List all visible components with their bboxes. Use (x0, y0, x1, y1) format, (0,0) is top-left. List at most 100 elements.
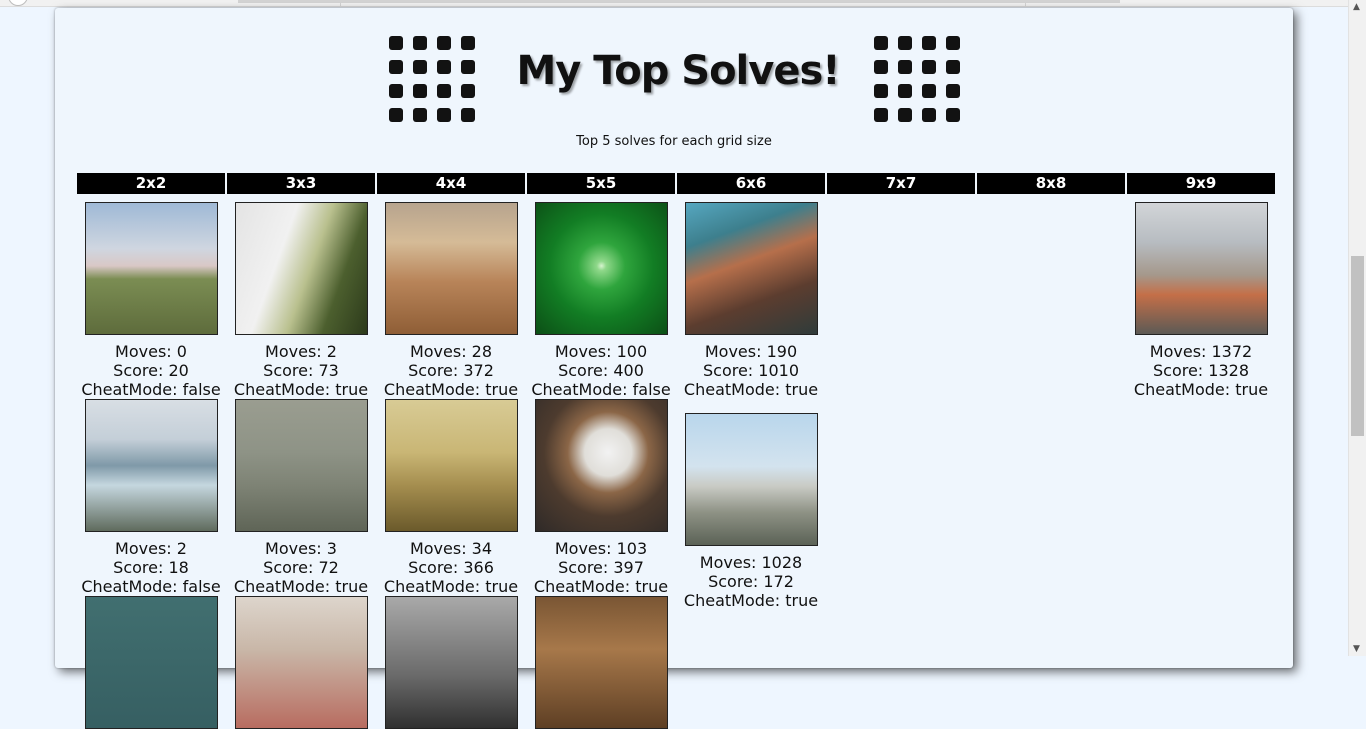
tab-icon (8, 0, 28, 6)
solve-stats: Moves: 34 Score: 366 CheatMode: true (384, 539, 518, 596)
cheat-mode-value: true (485, 577, 519, 596)
bw-photo[interactable] (384, 596, 518, 729)
moves-line: Moves: 103 (534, 539, 668, 558)
cheat-mode-line: CheatMode: true (534, 577, 668, 596)
score-label: Score: (408, 361, 464, 380)
score-label: Score: (558, 558, 614, 577)
cheat-mode-label: CheatMode: (383, 380, 486, 399)
solve-entry (527, 596, 675, 729)
cheat-mode-label: CheatMode: (81, 380, 183, 399)
top-solves-card: My Top Solves! Top 5 solves for each gri… (55, 8, 1293, 729)
toolbar-divider (238, 0, 1120, 3)
solve-stats: Moves: 103 Score: 397 CheatMode: true (534, 539, 668, 596)
score-line: Score: 1328 (1134, 361, 1268, 380)
table-phone-photo[interactable] (384, 202, 518, 335)
solve-stats: Moves: 190 Score: 1010 CheatMode: true (684, 342, 818, 399)
solves-column-7x7 (827, 202, 975, 672)
cheat-mode-line: CheatMode: true (384, 380, 518, 399)
bulldog-photo[interactable] (534, 399, 668, 532)
score-line: Score: 400 (531, 361, 670, 380)
cheat-mode-value: false (632, 380, 671, 399)
cheat-mode-value: true (785, 591, 819, 610)
cheat-mode-line: CheatMode: true (234, 577, 368, 596)
grid-size-header-7x7: 7x7 (827, 173, 975, 194)
solve-stats: Moves: 2 Score: 73 CheatMode: true (234, 342, 368, 399)
score-value: 400 (613, 361, 644, 380)
score-line: Score: 72 (234, 558, 368, 577)
moves-label: Moves: (115, 539, 177, 558)
street-photo[interactable] (234, 596, 368, 729)
waterfall-photo[interactable] (84, 399, 218, 532)
score-label: Score: (408, 558, 464, 577)
city-skyline-photo[interactable] (1134, 202, 1268, 335)
solve-stats: Moves: 100 Score: 400 CheatMode: false (531, 342, 670, 399)
wood-photo[interactable] (534, 596, 668, 729)
page-header: My Top Solves! Top 5 solves for each gri… (55, 8, 1293, 149)
scroll-down-icon[interactable]: ▼ (1353, 644, 1360, 654)
score-label: Score: (702, 361, 759, 380)
score-label: Score: (558, 361, 614, 380)
grid-size-header-4x4: 4x4 (377, 173, 525, 194)
score-value: 1328 (1208, 361, 1249, 380)
solves-column-2x2: Moves: 0 Score: 20 CheatMode: false Moves: … (77, 202, 225, 729)
score-value: 397 (613, 558, 644, 577)
puzzle-grid-icon (389, 36, 475, 124)
scroll-up-icon[interactable]: ▲ (1353, 2, 1360, 12)
moves-label: Moves: (115, 342, 177, 361)
score-label: Score: (113, 558, 169, 577)
grid-size-headers: 2x2 3x3 4x4 5x5 6x6 7x7 8x8 9x9 (77, 173, 1275, 194)
solve-entry: Moves: 103 Score: 397 CheatMode: true (527, 399, 675, 596)
moves-line: Moves: 100 (531, 342, 670, 361)
score-line: Score: 366 (384, 558, 518, 577)
score-value: 366 (463, 558, 494, 577)
vertical-scrollbar[interactable]: ▲ ▼ (1348, 0, 1366, 656)
page-subtitle: Top 5 solves for each grid size (576, 134, 772, 149)
moves-label: Moves: (699, 553, 762, 572)
score-line: Score: 397 (534, 558, 668, 577)
score-line: Score: 20 (81, 361, 220, 380)
solve-entry: Moves: 1028 Score: 172 CheatMode: true (677, 413, 825, 624)
score-line: Score: 1010 (684, 361, 818, 380)
browser-top-strip (0, 0, 1349, 7)
solves-grid: Moves: 0 Score: 20 CheatMode: false Moves: … (77, 202, 1273, 729)
grid-size-header-3x3: 3x3 (227, 173, 375, 194)
toolbar-divider (1025, 0, 1026, 6)
cliff-town-photo[interactable] (684, 202, 818, 335)
bird-photo[interactable] (84, 596, 218, 729)
cheat-mode-line: CheatMode: true (384, 577, 518, 596)
solves-column-4x4: Moves: 28 Score: 372 CheatMode: true Moves:… (377, 202, 525, 729)
hazy-city-photo[interactable] (384, 399, 518, 532)
moves-line: Moves: 34 (384, 539, 518, 558)
industry-photo[interactable] (684, 413, 818, 546)
cheat-mode-value: false (182, 577, 221, 596)
solve-entry: Moves: 190 Score: 1010 CheatMode: true (677, 202, 825, 413)
cheat-mode-value: true (335, 577, 369, 596)
moves-line: Moves: 28 (384, 342, 518, 361)
moves-value: 0 (176, 342, 187, 361)
cheat-mode-value: true (335, 380, 369, 399)
score-label: Score: (263, 558, 319, 577)
leaf-drop-photo[interactable] (534, 202, 668, 335)
cheat-mode-label: CheatMode: (383, 577, 486, 596)
cliff-fog-photo[interactable] (234, 202, 368, 335)
cheat-mode-label: CheatMode: (233, 577, 336, 596)
score-value: 372 (463, 361, 494, 380)
foggy-beach-photo[interactable] (234, 399, 368, 532)
cheat-mode-line: CheatMode: true (1134, 380, 1268, 399)
moves-label: Moves: (1149, 342, 1212, 361)
solves-column-8x8 (977, 202, 1125, 672)
scrollbar-thumb[interactable] (1351, 256, 1364, 436)
moves-line: Moves: 1028 (684, 553, 818, 572)
solve-entry (377, 596, 525, 729)
moves-value: 2 (176, 539, 187, 558)
moves-label: Moves: (704, 342, 767, 361)
moves-label: Moves: (265, 539, 327, 558)
meadow-photo[interactable] (84, 202, 218, 335)
score-line: Score: 172 (684, 572, 818, 591)
cheat-mode-label: CheatMode: (81, 577, 183, 596)
moves-value: 103 (616, 539, 648, 558)
solves-column-6x6: Moves: 190 Score: 1010 CheatMode: true Move… (677, 202, 825, 672)
cheat-mode-label: CheatMode: (683, 380, 786, 399)
score-line: Score: 372 (384, 361, 518, 380)
cheat-mode-line: CheatMode: false (81, 577, 220, 596)
